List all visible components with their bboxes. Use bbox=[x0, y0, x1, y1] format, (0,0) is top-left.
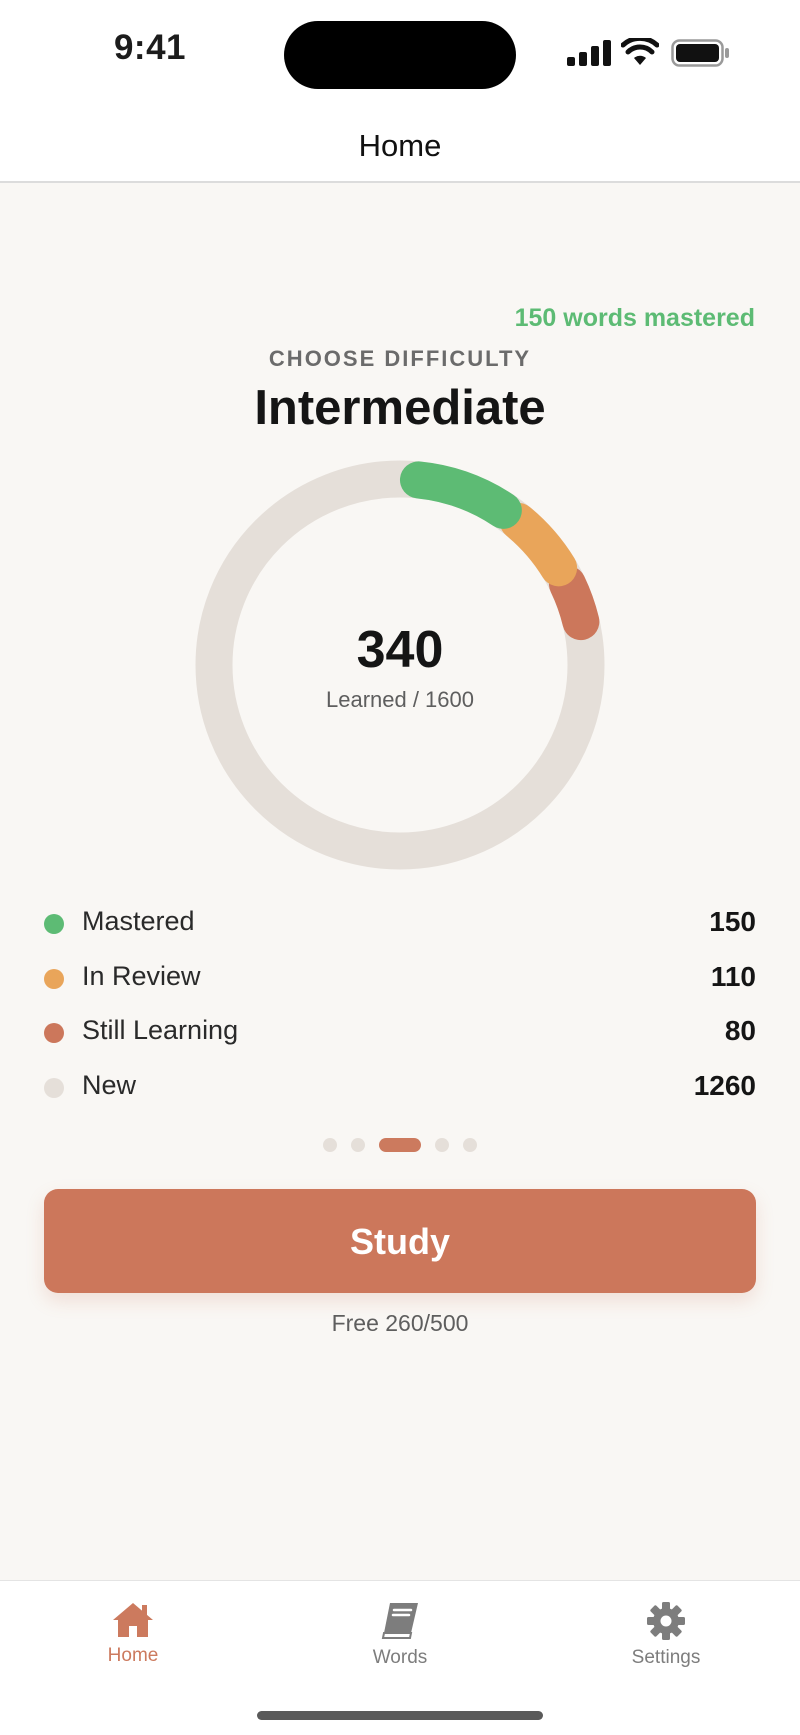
new-dot bbox=[44, 1077, 64, 1098]
battery-icon bbox=[671, 39, 729, 67]
gear-icon bbox=[647, 1602, 685, 1640]
navigation-bar: Home bbox=[0, 108, 800, 183]
book-icon bbox=[381, 1603, 418, 1639]
wifi-icon bbox=[621, 38, 659, 65]
legend-row-mastered: Mastered 150 bbox=[44, 898, 756, 953]
tab-words[interactable]: Words bbox=[320, 1601, 480, 1691]
home-icon bbox=[113, 1603, 153, 1637]
legend-value: 1260 bbox=[693, 1069, 756, 1101]
legend-value: 80 bbox=[724, 1015, 756, 1046]
tab-label: Home bbox=[107, 1645, 159, 1666]
legend-label: New bbox=[82, 1069, 137, 1100]
legend-row-new: New 1260 bbox=[44, 1062, 756, 1117]
dynamic-island bbox=[284, 21, 516, 89]
page-dot[interactable] bbox=[463, 1137, 477, 1152]
legend-row-in-review: In Review 110 bbox=[44, 953, 756, 1008]
tab-label: Words bbox=[372, 1647, 428, 1668]
tab-settings[interactable]: Settings bbox=[586, 1601, 746, 1691]
page-dot[interactable] bbox=[323, 1137, 337, 1152]
still-learning-dot bbox=[44, 1023, 64, 1043]
tab-home[interactable]: Home bbox=[53, 1601, 213, 1691]
progress-legend: Mastered 150 In Review 110 Still Learnin… bbox=[44, 898, 756, 1116]
page-dot-active[interactable] bbox=[379, 1137, 421, 1152]
status-time: 9:41 bbox=[113, 28, 187, 67]
page-indicator[interactable] bbox=[0, 1136, 800, 1152]
tab-label: Settings bbox=[631, 1647, 701, 1668]
legend-row-still-learning: Still Learning 80 bbox=[44, 1007, 756, 1062]
legend-value: 110 bbox=[710, 960, 756, 992]
cellular-signal-icon bbox=[567, 40, 611, 66]
mastered-count-note: 150 words mastered bbox=[514, 304, 755, 332]
choose-difficulty-label: CHOOSE DIFFICULTY bbox=[268, 346, 532, 371]
page-dot[interactable] bbox=[435, 1137, 449, 1152]
progress-ring[interactable]: 340 Learned / 1600 bbox=[195, 460, 605, 870]
page-title: Home bbox=[358, 128, 442, 163]
free-quota-text: Free 260/500 bbox=[331, 1310, 469, 1336]
difficulty-title[interactable]: Intermediate bbox=[0, 380, 800, 436]
mastered-dot bbox=[44, 914, 64, 934]
legend-label: In Review bbox=[82, 960, 201, 991]
legend-label: Mastered bbox=[82, 906, 195, 936]
in-review-dot bbox=[44, 968, 64, 989]
legend-label: Still Learning bbox=[82, 1015, 239, 1045]
learned-subtitle: Learned / 1600 bbox=[325, 687, 475, 712]
legend-value: 150 bbox=[709, 906, 756, 937]
learned-count: 340 bbox=[356, 621, 444, 679]
home-indicator bbox=[257, 1711, 543, 1720]
study-button[interactable]: Study bbox=[44, 1189, 756, 1293]
ring-center: 340 Learned / 1600 bbox=[195, 460, 605, 870]
page-dot[interactable] bbox=[351, 1137, 365, 1152]
status-bar: 9:41 bbox=[0, 0, 800, 108]
